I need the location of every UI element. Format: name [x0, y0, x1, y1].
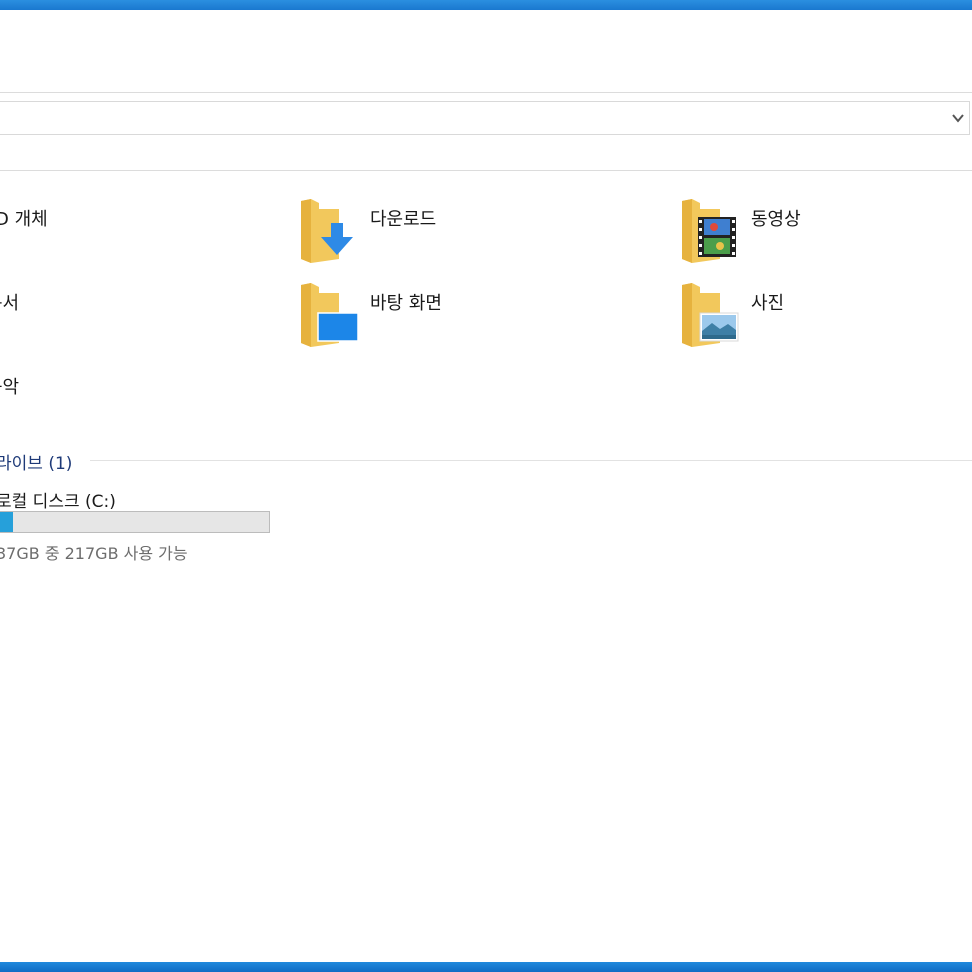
drive-c-free-space: 37GB 중 217GB 사용 가능	[0, 544, 188, 563]
folder-downloads-label: 다운로드	[370, 209, 437, 230]
videos-folder-icon	[682, 199, 736, 263]
desktop-folder-icon	[301, 283, 359, 347]
drives-group-label: 라이브 (1)	[0, 454, 73, 474]
group-divider	[90, 460, 972, 461]
drive-c-usage-fill	[0, 512, 14, 532]
toolbar-divider	[0, 170, 972, 171]
downloads-folder-icon	[301, 199, 353, 263]
taskbar	[0, 962, 972, 972]
window-title-bar	[0, 0, 972, 10]
chevron-down-icon[interactable]	[951, 111, 965, 125]
folder-pictures[interactable]: 사진	[682, 283, 942, 353]
drives-group-header[interactable]: 라이브 (1)	[0, 449, 972, 474]
folder-downloads[interactable]: 다운로드	[301, 199, 561, 269]
drive-c-usage-bar	[0, 511, 270, 533]
folder-pictures-label: 사진	[751, 293, 785, 314]
folder-videos-label: 동영상	[751, 209, 801, 230]
pictures-folder-icon	[682, 283, 739, 347]
folder-3d-objects-label[interactable]: D 개체	[0, 205, 48, 231]
folder-documents-label[interactable]: 문서	[0, 289, 19, 315]
folder-videos[interactable]: 동영상	[682, 199, 942, 269]
ribbon-divider	[0, 92, 972, 93]
folder-desktop[interactable]: 바탕 화면	[301, 283, 561, 353]
folder-music-label[interactable]: 음악	[0, 373, 19, 399]
address-bar[interactable]	[0, 101, 970, 135]
folder-desktop-label: 바탕 화면	[370, 293, 442, 314]
drive-c-name[interactable]: 로컬 디스크 (C:)	[0, 487, 116, 512]
